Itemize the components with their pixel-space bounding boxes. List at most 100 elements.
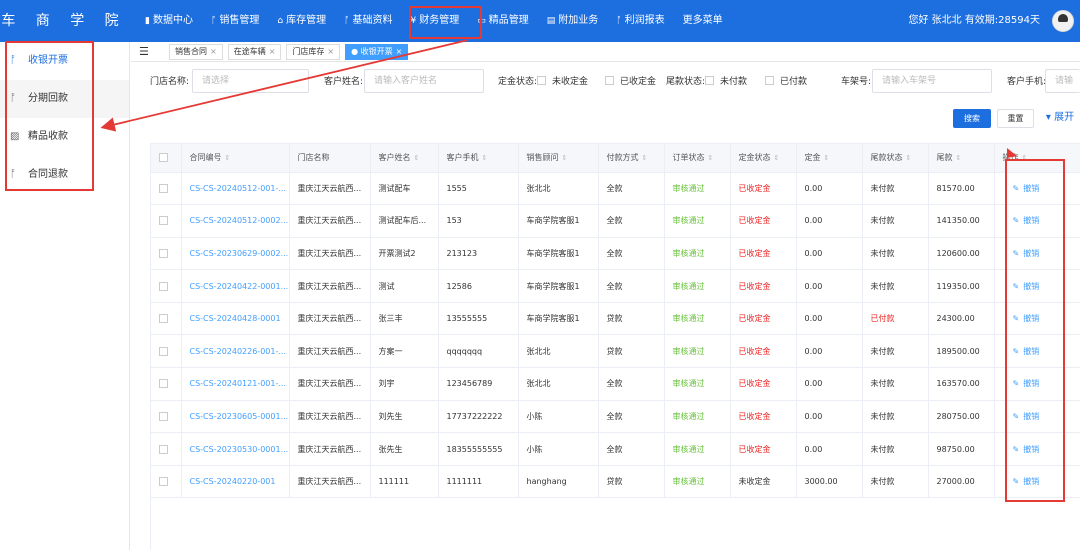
row-checkbox[interactable] (159, 379, 168, 389)
sort-icon[interactable]: ⇕ (482, 154, 488, 162)
contract-number-link[interactable]: CS-CS-20240422-0001... (181, 269, 290, 303)
sidebar-item-3[interactable]: ᚩ 合同退款 (0, 156, 129, 194)
expand-button[interactable]: ▾ 展开 (1042, 109, 1078, 128)
close-icon[interactable]: × (210, 47, 217, 56)
column-header[interactable]: 付款方式 ⇕ (598, 144, 665, 173)
column-header[interactable]: 尾款 ⇕ (928, 144, 995, 173)
phone-input[interactable]: 请输 (1045, 69, 1080, 93)
revoke-button[interactable]: ✎ 撤销 (994, 172, 1080, 206)
bar-chart-icon: ▮ (145, 16, 150, 26)
sort-icon[interactable]: ⇕ (1022, 154, 1028, 162)
nav-item-8[interactable]: 更多菜单 (674, 0, 732, 42)
row-checkbox[interactable] (159, 477, 168, 487)
row-checkbox[interactable] (159, 411, 168, 421)
sort-icon[interactable]: ⇕ (824, 154, 830, 162)
filter-bar: 门店名称: 请选择 客户姓名: 请输入客户姓名 定金状态: 未收定金 已收定金 … (131, 62, 1080, 102)
column-header[interactable]: 定金 ⇕ (796, 144, 863, 173)
search-button[interactable]: 搜索 (953, 109, 991, 128)
sort-icon[interactable]: ⇕ (774, 154, 780, 162)
row-checkbox[interactable] (159, 314, 168, 324)
contract-number-link[interactable]: CS-CS-20240512-0002... (181, 204, 290, 238)
edit-icon: ✎ (1012, 411, 1020, 421)
sort-icon[interactable]: ⇕ (414, 154, 420, 162)
revoke-button[interactable]: ✎ 撤销 (994, 237, 1080, 271)
column-header[interactable]: 订单状态 ⇕ (664, 144, 731, 173)
row-checkbox[interactable] (159, 183, 168, 193)
revoke-button[interactable]: ✎ 撤销 (994, 367, 1080, 401)
column-header-label: 订单状态 (672, 153, 705, 163)
deposit-paid-checkbox[interactable]: 已收定金 (605, 74, 656, 87)
column-header[interactable]: 客户手机 ⇕ (438, 144, 519, 173)
row-checkbox[interactable] (159, 216, 168, 226)
reset-button[interactable]: 重置 (997, 109, 1034, 128)
contract-number-link[interactable]: CS-CS-20230605-0001... (181, 400, 290, 434)
revoke-button[interactable]: ✎ 撤销 (994, 204, 1080, 238)
user-info: 您好 张北北 有效期:28594天 (908, 15, 1040, 26)
table-cell: 已收定金 (730, 237, 797, 271)
final-paid-checkbox[interactable]: 已付款 (765, 74, 807, 87)
nav-item-4[interactable]: ¥ 财务管理 (401, 0, 468, 42)
nav-item-0[interactable]: ▮ 数据中心 (136, 0, 202, 42)
close-icon[interactable]: × (396, 47, 403, 56)
sidebar-item-0[interactable]: ᚩ 收银开票 (0, 42, 129, 80)
row-checkbox[interactable] (159, 444, 168, 454)
nav-item-1[interactable]: ᚩ 销售管理 (202, 0, 268, 42)
customer-label: 客户姓名: (324, 77, 364, 87)
sort-icon[interactable]: ⇕ (906, 154, 912, 162)
revoke-button[interactable]: ✎ 撤销 (994, 269, 1080, 303)
sort-icon[interactable]: ⇕ (225, 154, 231, 162)
column-header[interactable]: 尾款状态 ⇕ (862, 144, 929, 173)
contract-number-link[interactable]: CS-CS-20240220-001 (181, 465, 290, 499)
sidebar-item-1[interactable]: ᚩ 分期回款 (0, 80, 129, 118)
select-all-checkbox[interactable] (159, 153, 168, 163)
revoke-button[interactable]: ✎ 撤销 (994, 302, 1080, 336)
column-header[interactable]: 门店名称 (289, 144, 371, 173)
edit-icon: ✎ (1012, 216, 1020, 226)
sort-icon[interactable]: ⇕ (642, 154, 648, 162)
contract-number-link[interactable]: CS-CS-20240428-0001 (181, 302, 290, 336)
nav-item-2[interactable]: ⌂ 库存管理 (268, 0, 335, 42)
table-cell: 重庆江天云航西... (289, 367, 371, 401)
sort-icon[interactable]: ⇕ (708, 154, 714, 162)
contract-number-link[interactable]: CS-CS-20240226-001-... (181, 334, 290, 369)
avatar[interactable] (1052, 10, 1074, 32)
final-unpaid-checkbox[interactable]: 未付款 (705, 74, 747, 87)
customer-name-input[interactable]: 请输入客户姓名 (364, 69, 484, 93)
nav-item-3[interactable]: ᚩ 基础资料 (335, 0, 401, 42)
sort-icon[interactable]: ⇕ (562, 154, 568, 162)
revoke-button[interactable]: ✎ 撤销 (994, 334, 1080, 369)
column-header[interactable]: 操作 ⇕ (994, 144, 1080, 173)
column-header[interactable]: 客户姓名 ⇕ (370, 144, 439, 173)
nav-item-7[interactable]: ᚩ 利润报表 (607, 0, 673, 42)
sort-icon[interactable]: ⇕ (956, 154, 962, 162)
close-icon[interactable]: × (269, 47, 276, 56)
contract-number-link[interactable]: CS-CS-20240512-001-... (181, 172, 290, 206)
row-checkbox[interactable] (159, 281, 168, 291)
column-header[interactable]: 定金状态 ⇕ (730, 144, 797, 173)
contract-number-link[interactable]: CS-CS-20230530-0001... (181, 432, 290, 466)
sidebar-item-label: 合同退款 (28, 169, 68, 180)
column-header[interactable]: 合同编号 ⇕ (181, 144, 290, 173)
row-checkbox[interactable] (159, 248, 168, 258)
tab-2[interactable]: 门店库存 × (286, 43, 341, 60)
nav-item-5[interactable]: ▭ 精品管理 (468, 0, 538, 42)
row-checkbox[interactable] (159, 346, 168, 356)
top-navbar: 车 商 学 院 ▮ 数据中心 ᚩ 销售管理 ⌂ 库存管理 ᚩ 基础资料 ¥ 财务管理 ▭ 精品管理 ▤ 附… (0, 0, 1080, 42)
tab-1[interactable]: 在途车辆 × (227, 43, 282, 60)
revoke-button[interactable]: ✎ 撤销 (994, 400, 1080, 434)
revoke-button[interactable]: ✎ 撤销 (994, 432, 1080, 466)
vin-input[interactable]: 请输入车架号 (872, 69, 992, 93)
revoke-label: 撤销 (1023, 411, 1040, 421)
menu-toggle-icon[interactable]: ☰ (139, 45, 157, 58)
store-select[interactable]: 请选择 (192, 69, 309, 93)
revoke-button[interactable]: ✎ 撤销 (994, 465, 1080, 499)
deposit-unpaid-checkbox[interactable]: 未收定金 (537, 74, 588, 87)
tab-3[interactable]: ● 收银开票 × (345, 43, 409, 60)
column-header[interactable]: 销售顾问 ⇕ (518, 144, 599, 173)
sidebar-item-2[interactable]: ▨ 精品收款 (0, 118, 129, 156)
close-icon[interactable]: × (327, 47, 334, 56)
contract-number-link[interactable]: CS-CS-20240121-001-... (181, 367, 290, 401)
contract-number-link[interactable]: CS-CS-20230629-0002... (181, 237, 290, 271)
tab-0[interactable]: 销售合同 × (169, 43, 223, 60)
nav-item-6[interactable]: ▤ 附加业务 (538, 0, 608, 42)
